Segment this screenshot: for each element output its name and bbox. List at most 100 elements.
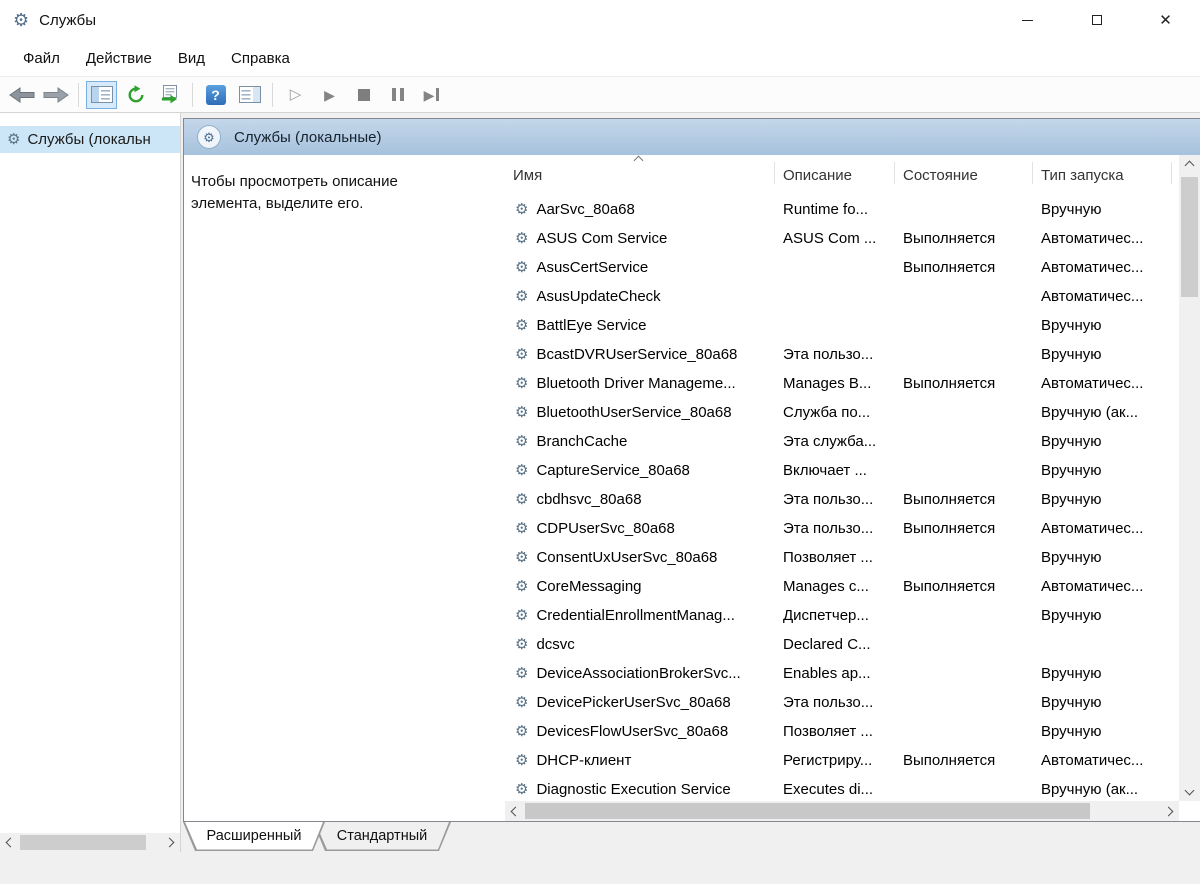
table-row[interactable]: DHCP-клиент Регистриру... Выполняется Автом… (505, 746, 1179, 775)
scroll-right-button[interactable] (162, 833, 180, 852)
pause-service-icon (391, 88, 404, 101)
table-row[interactable]: CDPUserSvc_80a68 Эта пользо... Выполняется… (505, 514, 1179, 543)
table-row[interactable]: AarSvc_80a68 Runtime fo... Вручную (505, 195, 1179, 224)
service-startup-type: Вручную (1041, 491, 1102, 508)
vertical-scrollbar[interactable] (1179, 155, 1200, 801)
table-row[interactable]: CoreMessaging Manages c... Выполняется Авто… (505, 572, 1179, 601)
forward-arrow-icon (43, 86, 69, 103)
table-row[interactable]: CaptureService_80a68 Включает ... Вручную (505, 456, 1179, 485)
service-status: Выполняется (903, 375, 996, 392)
tab-standard[interactable]: Стандартный (313, 822, 451, 851)
menu-help[interactable]: Справка (218, 40, 303, 76)
scroll-up-button[interactable] (1179, 155, 1200, 173)
resume-service-button[interactable] (314, 81, 345, 109)
action-pane-icon (238, 86, 261, 103)
service-startup-type: Вручную (1041, 607, 1102, 624)
service-status: Выполняется (903, 230, 996, 247)
table-row[interactable]: Diagnostic Execution Service Executes di.… (505, 775, 1179, 801)
service-name: BluetoothUserService_80a68 (536, 404, 732, 421)
service-startup-type: Автоматичес... (1041, 752, 1144, 769)
menu-file[interactable]: Файл (10, 40, 73, 76)
service-gear-icon (515, 550, 528, 565)
table-row[interactable]: DevicesFlowUserSvc_80a68 Позволяет ... Вру… (505, 717, 1179, 746)
table-row[interactable]: DevicePickerUserSvc_80a68 Эта пользо... Вр… (505, 688, 1179, 717)
pause-service-button[interactable] (382, 81, 413, 109)
service-description: Executes di... (783, 781, 874, 798)
export-list-icon (161, 84, 177, 103)
app-gear-icon (13, 11, 29, 29)
service-name: dcsvc (536, 636, 575, 653)
tree-horizontal-scrollbar[interactable] (0, 833, 180, 852)
tree-item-services-local[interactable]: Службы (локальн (0, 126, 180, 153)
service-name-cell: AsusCertService (505, 259, 775, 276)
service-description: Manages c... (783, 578, 869, 595)
service-name: AsusUpdateCheck (536, 288, 661, 305)
service-name-cell: CDPUserSvc_80a68 (505, 520, 775, 537)
scroll-down-button[interactable] (1179, 783, 1200, 801)
table-row[interactable]: DeviceAssociationBrokerSvc... Enables ap.… (505, 659, 1179, 688)
service-description: Enables ap... (783, 665, 871, 682)
scroll-left-button[interactable] (505, 801, 523, 821)
table-row[interactable]: Bluetooth Driver Manageme... Manages B...… (505, 369, 1179, 398)
table-row[interactable]: BattlEye Service Вручную (505, 311, 1179, 340)
service-startup-type: Вручную (1041, 694, 1102, 711)
table-row[interactable]: BluetoothUserService_80a68 Служба по... Вр… (505, 398, 1179, 427)
service-list-rows: AarSvc_80a68 Runtime fo... Вручную ASUS Com… (505, 195, 1179, 801)
scroll-left-button[interactable] (0, 833, 18, 852)
service-description: Эта пользо... (783, 346, 874, 363)
column-header-startup-type[interactable]: Тип запуска (1033, 155, 1172, 195)
list-horizontal-scrollbar[interactable] (505, 801, 1179, 821)
table-row[interactable]: AsusUpdateCheck Автоматичес... (505, 282, 1179, 311)
menu-view[interactable]: Вид (165, 40, 218, 76)
service-description: Эта пользо... (783, 520, 874, 537)
table-row[interactable]: CredentialEnrollmentManag... Диспетчер...… (505, 601, 1179, 630)
table-row[interactable]: BcastDVRUserService_80a68 Эта пользо... Вр… (505, 340, 1179, 369)
table-row[interactable]: ASUS Com Service ASUS Com ... Выполняется А… (505, 224, 1179, 253)
service-status: Выполняется (903, 578, 996, 595)
services-window: Службы Файл Действие Вид Справка (0, 0, 1200, 884)
service-startup-type: Вручную (1041, 317, 1102, 334)
scroll-right-button[interactable] (1161, 801, 1179, 821)
forward-button[interactable] (40, 81, 71, 109)
column-header-status[interactable]: Состояние (895, 155, 1033, 195)
back-button[interactable] (6, 81, 37, 109)
service-gear-icon (515, 434, 528, 449)
scroll-thumb[interactable] (525, 803, 1090, 819)
close-button[interactable] (1131, 0, 1200, 40)
minimize-button[interactable] (993, 0, 1062, 40)
maximize-button[interactable] (1062, 0, 1131, 40)
help-button[interactable] (200, 81, 231, 109)
service-description: Эта пользо... (783, 694, 874, 711)
service-gear-icon (515, 231, 528, 246)
column-header-name[interactable]: Имя (505, 155, 775, 195)
service-startup-type: Автоматичес... (1041, 259, 1144, 276)
service-startup-type: Вручную (ак... (1041, 404, 1139, 421)
service-status: Выполняется (903, 491, 996, 508)
service-name-cell: ConsentUxUserSvc_80a68 (505, 549, 775, 566)
table-row[interactable]: ConsentUxUserSvc_80a68 Позволяет ... Вручн… (505, 543, 1179, 572)
service-description: Служба по... (783, 404, 871, 421)
refresh-button[interactable] (120, 81, 151, 109)
console-tree-icon (90, 86, 113, 103)
tab-extended[interactable]: Расширенный (183, 822, 325, 851)
table-row[interactable]: AsusCertService Выполняется Автоматичес... (505, 253, 1179, 282)
show-console-tree-button[interactable] (86, 80, 117, 109)
toolbar-separator (272, 82, 273, 107)
restart-service-button[interactable] (416, 81, 447, 109)
table-row[interactable]: BranchCache Эта служба... Вручную (505, 427, 1179, 456)
scroll-thumb[interactable] (20, 835, 146, 850)
menu-action[interactable]: Действие (73, 40, 165, 76)
service-name: DHCP-клиент (536, 752, 632, 769)
service-name: DevicePickerUserSvc_80a68 (536, 694, 731, 711)
table-row[interactable]: cbdhsvc_80a68 Эта пользо... Выполняется Вру… (505, 485, 1179, 514)
service-description: Включает ... (783, 462, 867, 479)
export-list-button[interactable] (154, 81, 185, 109)
column-header-description[interactable]: Описание (775, 155, 895, 195)
service-gear-icon (515, 492, 528, 507)
table-row[interactable]: dcsvc Declared C... (505, 630, 1179, 659)
service-gear-icon (515, 318, 528, 333)
show-action-pane-button[interactable] (234, 81, 265, 109)
scroll-thumb[interactable] (1181, 177, 1198, 297)
start-service-button[interactable] (280, 81, 311, 109)
stop-service-button[interactable] (348, 81, 379, 109)
